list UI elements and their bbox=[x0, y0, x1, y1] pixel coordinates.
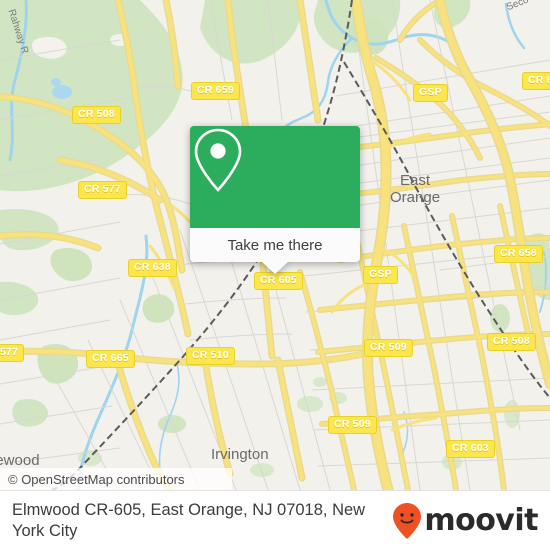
road-shield[interactable]: CR 510 bbox=[186, 347, 235, 365]
map-attribution[interactable]: © OpenStreetMap contributors bbox=[0, 468, 232, 490]
moovit-pin-icon bbox=[393, 502, 422, 539]
popup-pointer bbox=[262, 262, 288, 274]
road-shield[interactable]: GSP bbox=[363, 266, 398, 284]
road-shield[interactable]: CR 6 bbox=[522, 72, 550, 90]
place-label-east-orange: East Orange bbox=[390, 172, 441, 206]
road-shield[interactable]: CR 509 bbox=[328, 416, 377, 434]
location-title: Elmwood CR-605, East Orange, NJ 07018, N… bbox=[12, 500, 366, 540]
popup-header bbox=[190, 126, 360, 228]
road-shield[interactable]: CR 508 bbox=[72, 106, 121, 124]
road-shield[interactable]: CR 659 bbox=[191, 82, 240, 100]
take-me-there-button[interactable]: Take me there bbox=[190, 228, 360, 262]
road-shield[interactable]: CR 658 bbox=[494, 245, 543, 263]
moovit-wordmark: moovit bbox=[424, 502, 538, 538]
road-shield[interactable]: CR 603 bbox=[446, 440, 495, 458]
road-shield[interactable]: CR 509 bbox=[364, 339, 413, 357]
moovit-logo[interactable]: moovit bbox=[392, 502, 538, 540]
road-shield[interactable]: CR 605 bbox=[254, 272, 303, 290]
road-shield[interactable]: 577 bbox=[0, 344, 25, 362]
road-shield[interactable]: GSP bbox=[413, 84, 448, 102]
road-shield[interactable]: CR 638 bbox=[128, 259, 177, 277]
location-popup-card[interactable]: Take me there bbox=[190, 126, 360, 274]
road-shield[interactable]: CR 577 bbox=[78, 181, 127, 199]
map-canvas[interactable]: .rd { stroke:#f7e27e; stroke-linecap:rou… bbox=[0, 0, 550, 490]
place-label-maplewood: lewood bbox=[0, 452, 40, 469]
road-shield[interactable]: CR 508 bbox=[487, 333, 536, 351]
place-label-irvington: Irvington bbox=[211, 446, 269, 463]
road-shield[interactable]: CR 665 bbox=[86, 350, 135, 368]
map-pin-icon bbox=[194, 128, 242, 192]
footer-bar: Elmwood CR-605, East Orange, NJ 07018, N… bbox=[0, 490, 550, 550]
map-screen: .rd { stroke:#f7e27e; stroke-linecap:rou… bbox=[0, 0, 550, 550]
